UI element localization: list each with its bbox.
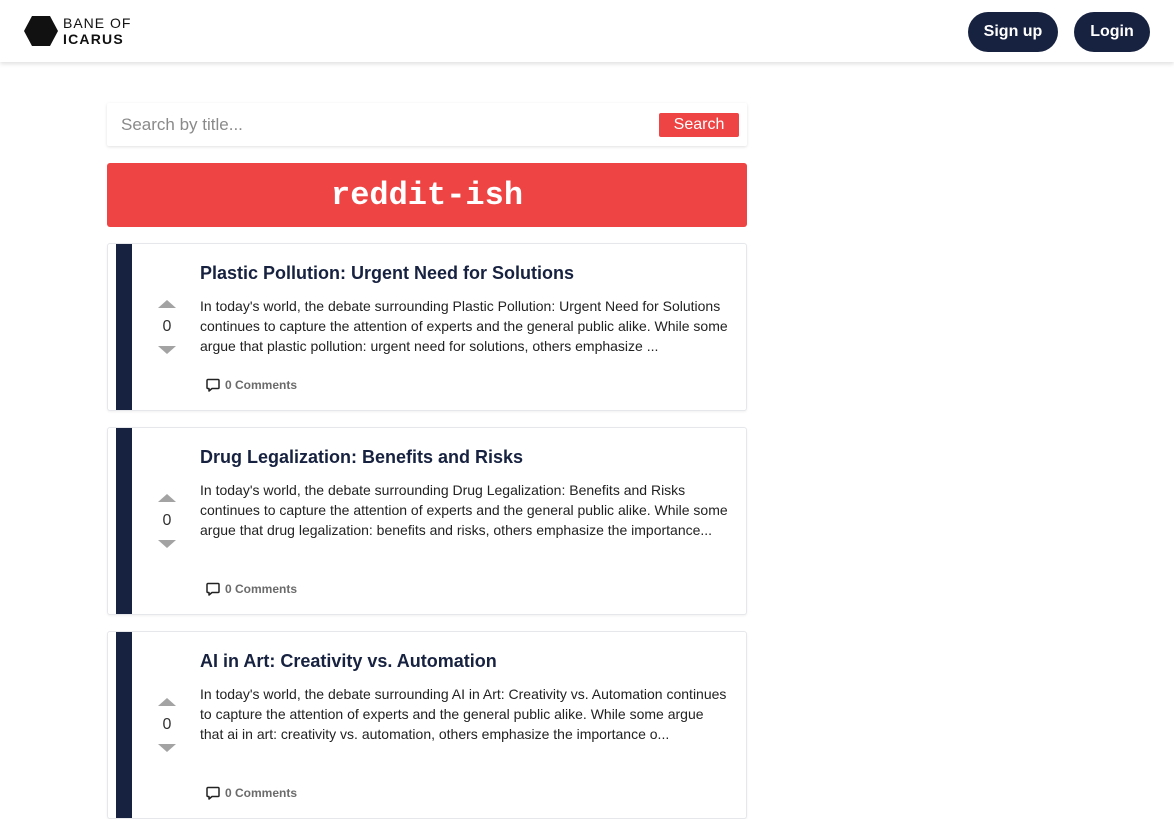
comments-link[interactable]: 0 Comments bbox=[206, 582, 297, 596]
upvote-arrow-icon[interactable] bbox=[158, 300, 176, 308]
upvote-arrow-icon[interactable] bbox=[158, 494, 176, 502]
post-card: 0 Drug Legalization: Benefits and Risks … bbox=[107, 427, 747, 615]
hexagon-logo-icon bbox=[24, 16, 58, 46]
post-card: 0 AI in Art: Creativity vs. Automation I… bbox=[107, 631, 747, 819]
comments-link[interactable]: 0 Comments bbox=[206, 786, 297, 800]
downvote-arrow-icon[interactable] bbox=[158, 744, 176, 752]
post-title[interactable]: Drug Legalization: Benefits and Risks bbox=[200, 447, 523, 468]
comments-count: 0 Comments bbox=[225, 786, 298, 800]
downvote-arrow-icon[interactable] bbox=[158, 346, 176, 354]
comments-link[interactable]: 0 Comments bbox=[206, 378, 297, 392]
post-card: 0 Plastic Pollution: Urgent Need for Sol… bbox=[107, 243, 747, 411]
comment-bubble-icon bbox=[206, 582, 220, 596]
vote-count: 0 bbox=[162, 716, 172, 733]
signup-button[interactable]: Sign up bbox=[968, 12, 1058, 52]
search-bar bbox=[107, 103, 747, 146]
comment-bubble-icon bbox=[206, 378, 220, 392]
brand-line1: BANE OF bbox=[63, 15, 132, 31]
upvote-arrow-icon[interactable] bbox=[158, 698, 176, 706]
vote-widget: 0 bbox=[150, 300, 184, 354]
comments-count: 0 Comments bbox=[225, 378, 298, 392]
comments-count: 0 Comments bbox=[225, 582, 298, 596]
brand-logo[interactable]: BANE OF ICARUS bbox=[24, 14, 131, 48]
post-accent-bar bbox=[116, 428, 132, 614]
brand-wordmark: BANE OF ICARUS bbox=[63, 15, 131, 47]
search-input[interactable] bbox=[107, 103, 647, 146]
brand-line2: ICARUS bbox=[63, 31, 124, 47]
navbar: BANE OF ICARUS Sign up Login bbox=[0, 0, 1174, 62]
login-button[interactable]: Login bbox=[1074, 12, 1150, 52]
post-excerpt: In today's world, the debate surrounding… bbox=[200, 686, 727, 742]
search-button[interactable]: Search bbox=[659, 113, 739, 137]
post-excerpt: In today's world, the debate surrounding… bbox=[200, 298, 728, 354]
post-accent-bar bbox=[116, 632, 132, 818]
site-banner-title: reddit-ish bbox=[107, 163, 747, 227]
post-excerpt: In today's world, the debate surrounding… bbox=[200, 482, 728, 538]
vote-count: 0 bbox=[162, 512, 172, 529]
vote-count: 0 bbox=[162, 318, 172, 335]
vote-widget: 0 bbox=[150, 494, 184, 548]
post-title[interactable]: Plastic Pollution: Urgent Need for Solut… bbox=[200, 263, 574, 284]
downvote-arrow-icon[interactable] bbox=[158, 540, 176, 548]
vote-widget: 0 bbox=[150, 698, 184, 752]
post-accent-bar bbox=[116, 244, 132, 410]
post-title[interactable]: AI in Art: Creativity vs. Automation bbox=[200, 651, 497, 672]
comment-bubble-icon bbox=[206, 786, 220, 800]
